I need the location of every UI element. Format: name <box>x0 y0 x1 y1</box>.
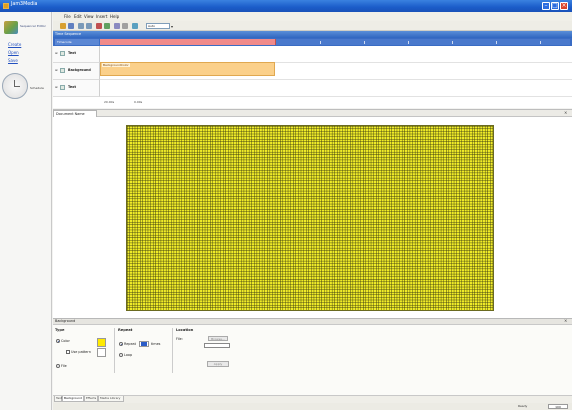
bottom-tab-bar <box>53 395 572 403</box>
menu-help[interactable]: Help <box>110 14 119 19</box>
timeline-controls[interactable]: Timecode <box>55 39 99 45</box>
timeline-header <box>53 31 572 38</box>
menu-insert[interactable]: Insert <box>96 14 107 19</box>
ruler-tick <box>540 41 541 44</box>
time-display: 20.00s <box>104 100 115 104</box>
track-name: Text <box>68 51 76 55</box>
repeat-group-title: Repeat <box>118 328 133 332</box>
file-label: File <box>61 364 67 368</box>
close-button[interactable]: × <box>560 2 568 10</box>
text-track-icon <box>60 85 65 90</box>
properties-panel <box>53 325 572 395</box>
color-radio[interactable] <box>56 339 60 343</box>
playback-range[interactable] <box>100 39 276 45</box>
location-group-title: Location <box>176 328 194 332</box>
track-name: Text <box>68 85 76 89</box>
maximize-button[interactable]: □ <box>551 2 559 10</box>
times-label: times <box>151 342 161 346</box>
timeline-title: Time Sequence <box>55 32 82 36</box>
tab-effects[interactable]: Effects <box>84 396 98 402</box>
apply-button[interactable]: Apply <box>207 361 229 367</box>
status-zoom: 100 <box>548 404 568 409</box>
repeat-radio[interactable] <box>119 342 123 346</box>
file-path-label: File: <box>176 337 183 341</box>
menu-edit[interactable]: Edit <box>74 14 82 19</box>
loop-radio[interactable] <box>119 353 123 357</box>
ruler-tick <box>320 41 321 44</box>
zoom-icon[interactable] <box>132 23 138 29</box>
text-track-icon <box>60 51 65 56</box>
file-radio[interactable] <box>56 364 60 368</box>
save-link[interactable]: Save <box>8 58 18 63</box>
close-icon[interactable]: × <box>564 110 567 115</box>
clip-label: BackgroundColor <box>102 63 130 67</box>
menu-bar <box>53 12 572 21</box>
undo-icon[interactable] <box>78 23 84 29</box>
clock-label: Schedule <box>30 86 44 90</box>
clock-hand <box>14 86 20 87</box>
file-path-input[interactable] <box>204 343 230 348</box>
editor-tab-bar <box>53 109 572 117</box>
track-lane[interactable] <box>100 46 572 63</box>
ruler-tick <box>452 41 453 44</box>
status-bar <box>53 403 572 410</box>
divider <box>172 328 173 373</box>
canvas-preview[interactable] <box>126 125 494 311</box>
divider <box>114 328 115 373</box>
logo-text: Sequencer Editor <box>20 24 46 28</box>
time-display: 0.00s <box>134 100 143 104</box>
ruler-tick <box>496 41 497 44</box>
tab-background[interactable]: Background <box>62 396 84 402</box>
app-icon <box>3 3 9 9</box>
create-link[interactable]: Create <box>8 42 21 47</box>
background-track-icon <box>60 68 65 73</box>
type-group-title: Type <box>55 328 65 332</box>
pattern-checkbox[interactable] <box>66 350 70 354</box>
repeat-count-value <box>141 342 147 346</box>
tab-media-library[interactable]: Media Library <box>98 396 124 402</box>
left-pane <box>0 12 52 410</box>
expand-icon[interactable]: ⊞ <box>55 51 58 55</box>
zoom-select[interactable]: Auto <box>146 23 170 29</box>
open-link[interactable]: Open <box>8 50 19 55</box>
toolbar <box>53 21 572 31</box>
expand-icon[interactable]: ⊞ <box>55 68 58 72</box>
window-title: Jam3Media <box>11 2 38 7</box>
delete-icon[interactable] <box>96 23 102 29</box>
menu-view[interactable]: View <box>84 14 94 19</box>
ruler-tick <box>408 41 409 44</box>
color-label: Color <box>61 339 70 343</box>
track-name: Background <box>68 68 91 72</box>
close-icon[interactable]: × <box>564 318 567 323</box>
track-lane[interactable] <box>100 80 572 97</box>
stop-icon[interactable] <box>122 23 128 29</box>
document-tab[interactable]: Document Name <box>53 110 97 117</box>
color-swatch[interactable] <box>97 338 106 347</box>
menu-file[interactable]: File <box>64 14 71 19</box>
ruler-tick <box>364 41 365 44</box>
new-icon[interactable] <box>60 23 66 29</box>
redo-icon[interactable] <box>86 23 92 29</box>
play-icon[interactable] <box>114 23 120 29</box>
sequencer-logo-icon <box>4 21 18 34</box>
add-track-icon[interactable] <box>104 23 110 29</box>
title-bar <box>0 0 572 12</box>
loop-label: Loop <box>124 353 133 357</box>
pattern-label: Use pattern <box>71 350 91 354</box>
repeat-label: Repeat <box>124 342 136 346</box>
properties-title: Background <box>55 319 76 323</box>
save-icon[interactable] <box>68 23 74 29</box>
browse-button[interactable]: Browse... <box>208 336 228 341</box>
pattern-swatch[interactable] <box>97 348 106 357</box>
chevron-down-icon[interactable]: ▾ <box>171 24 173 29</box>
status-text: Ready <box>518 404 528 408</box>
minimize-button[interactable]: – <box>542 2 550 10</box>
tab-text[interactable]: Text <box>54 396 62 402</box>
properties-header <box>53 318 572 325</box>
expand-icon[interactable]: ⊞ <box>55 85 58 89</box>
